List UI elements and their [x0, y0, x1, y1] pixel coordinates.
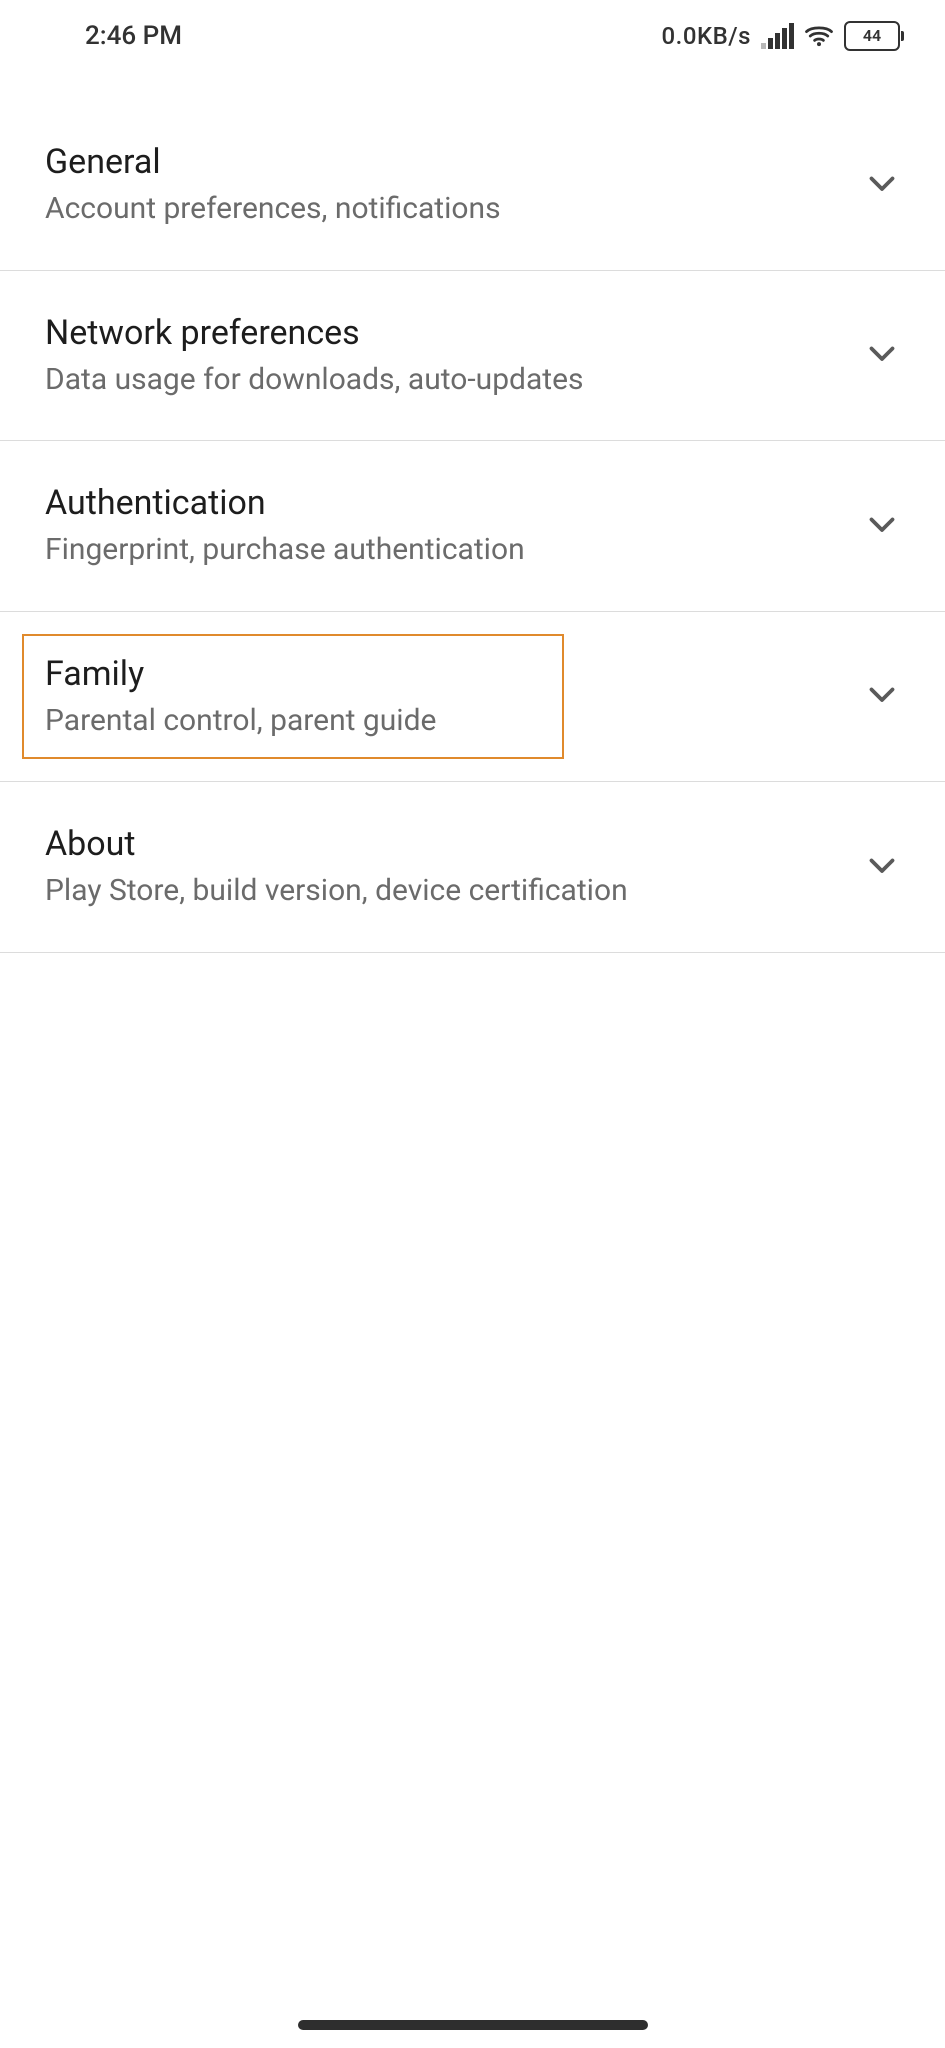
- settings-row-general[interactable]: General Account preferences, notificatio…: [0, 100, 945, 271]
- settings-row-text: Network preferences Data usage for downl…: [45, 313, 583, 399]
- chevron-down-icon: [864, 165, 900, 205]
- settings-row-text: Authentication Fingerprint, purchase aut…: [45, 483, 525, 569]
- settings-row-subtitle: Data usage for downloads, auto-updates: [45, 361, 583, 399]
- settings-list: General Account preferences, notificatio…: [0, 72, 945, 953]
- settings-row-network[interactable]: Network preferences Data usage for downl…: [0, 271, 945, 442]
- chevron-down-icon: [864, 676, 900, 716]
- settings-row-subtitle: Play Store, build version, device certif…: [45, 872, 628, 910]
- status-network-speed: 0.0KB/s: [662, 22, 751, 50]
- settings-row-about[interactable]: About Play Store, build version, device …: [0, 782, 945, 953]
- settings-row-family[interactable]: Family Parental control, parent guide: [0, 612, 945, 783]
- settings-row-title: Authentication: [45, 483, 525, 523]
- settings-row-subtitle: Account preferences, notifications: [45, 190, 501, 228]
- settings-row-text: General Account preferences, notificatio…: [45, 142, 501, 228]
- settings-row-title: General: [45, 142, 501, 182]
- settings-row-authentication[interactable]: Authentication Fingerprint, purchase aut…: [0, 441, 945, 612]
- cellular-signal-icon: [761, 23, 794, 49]
- settings-row-text: About Play Store, build version, device …: [45, 824, 628, 910]
- settings-row-title: Family: [45, 654, 436, 694]
- chevron-down-icon: [864, 506, 900, 546]
- status-time: 2:46 PM: [85, 21, 182, 51]
- settings-row-title: Network preferences: [45, 313, 583, 353]
- battery-level: 44: [863, 28, 881, 44]
- settings-row-subtitle: Fingerprint, purchase authentication: [45, 531, 525, 569]
- wifi-icon: [804, 21, 834, 51]
- settings-row-text: Family Parental control, parent guide: [45, 654, 436, 740]
- status-bar: 2:46 PM 0.0KB/s 44: [0, 0, 945, 72]
- battery-icon: 44: [844, 21, 900, 51]
- chevron-down-icon: [864, 335, 900, 375]
- home-gesture-bar[interactable]: [298, 2020, 648, 2030]
- chevron-down-icon: [864, 847, 900, 887]
- settings-row-subtitle: Parental control, parent guide: [45, 702, 436, 740]
- settings-row-title: About: [45, 824, 628, 864]
